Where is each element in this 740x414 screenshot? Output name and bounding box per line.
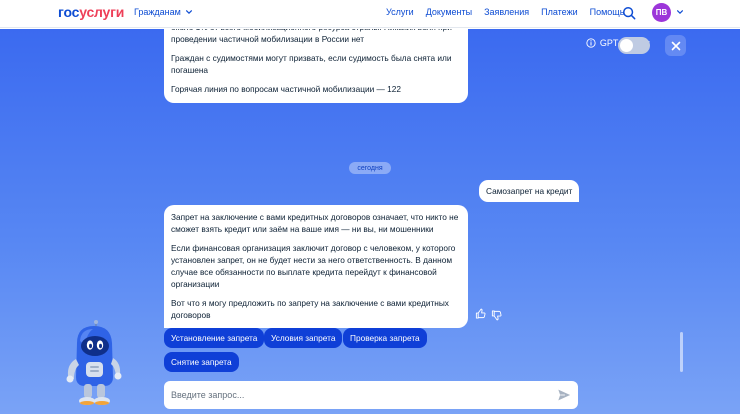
search-icon[interactable] [622,6,636,20]
chat-panel: частичной мобилизации не превысит 300 00… [0,29,740,414]
chat-scrollbar[interactable] [680,332,683,372]
user-message-text: Самозапрет на кредит [486,186,573,196]
quick-reply-remove-ban[interactable]: Снятие запрета [164,352,239,372]
info-icon[interactable] [586,38,596,48]
nav-payments[interactable]: Платежи [541,7,578,17]
bot-message: Запрет на заключение с вами кредитных до… [164,205,468,328]
message-paragraph: Запрет на заключение с вами кредитных до… [171,212,459,234]
audience-label: Гражданам [134,7,181,17]
toggle-knob [620,39,633,52]
chat-input[interactable] [164,381,544,409]
message-paragraph: частичной мобилизации не превысит 300 00… [171,29,452,44]
message-paragraph: Если финансовая организация заключит дог… [171,243,456,289]
nav-applications[interactable]: Заявления [484,7,529,17]
chat-input-bar [164,381,578,409]
date-separator: сегодня [349,162,391,174]
nav-services[interactable]: Услуги [386,7,414,17]
thumbs-down-icon[interactable] [491,310,502,321]
gpt-version-toggle[interactable] [618,37,650,54]
gosuslugi-logo[interactable]: госуслуги [58,4,124,20]
quick-reply-set-ban[interactable]: Установление запрета [164,328,265,348]
thumbs-up-icon[interactable] [475,308,486,319]
nav-documents[interactable]: Документы [426,7,472,17]
chevron-down-icon [185,10,192,15]
close-icon [671,41,680,50]
user-avatar[interactable]: ПВ [652,3,671,22]
message-paragraph: Вот что я могу предложить по запрету на … [171,298,449,320]
close-chat-button[interactable] [665,35,686,56]
message-paragraph: Граждан с судимостями могут призвать, ес… [171,53,452,75]
robot-mascot [66,320,122,405]
quick-reply-ban-terms[interactable]: Условия запрета [264,328,343,348]
chevron-down-icon[interactable] [676,8,684,16]
message-paragraph: Горячая линия по вопросам частичной моби… [171,84,401,94]
user-message: Самозапрет на кредит [479,180,580,202]
avatar-initials: ПВ [655,8,668,17]
audience-selector[interactable]: Гражданам [134,7,193,17]
send-icon[interactable] [557,388,571,402]
bot-message-previous: частичной мобилизации не превысит 300 00… [164,29,468,103]
main-nav: Услуги Документы Заявления Платежи Помощ… [386,7,624,17]
quick-reply-check-ban[interactable]: Проверка запрета [343,328,427,348]
top-header: госуслуги Гражданам Услуги Документы Зая… [0,0,740,28]
nav-help[interactable]: Помощь [590,7,625,17]
